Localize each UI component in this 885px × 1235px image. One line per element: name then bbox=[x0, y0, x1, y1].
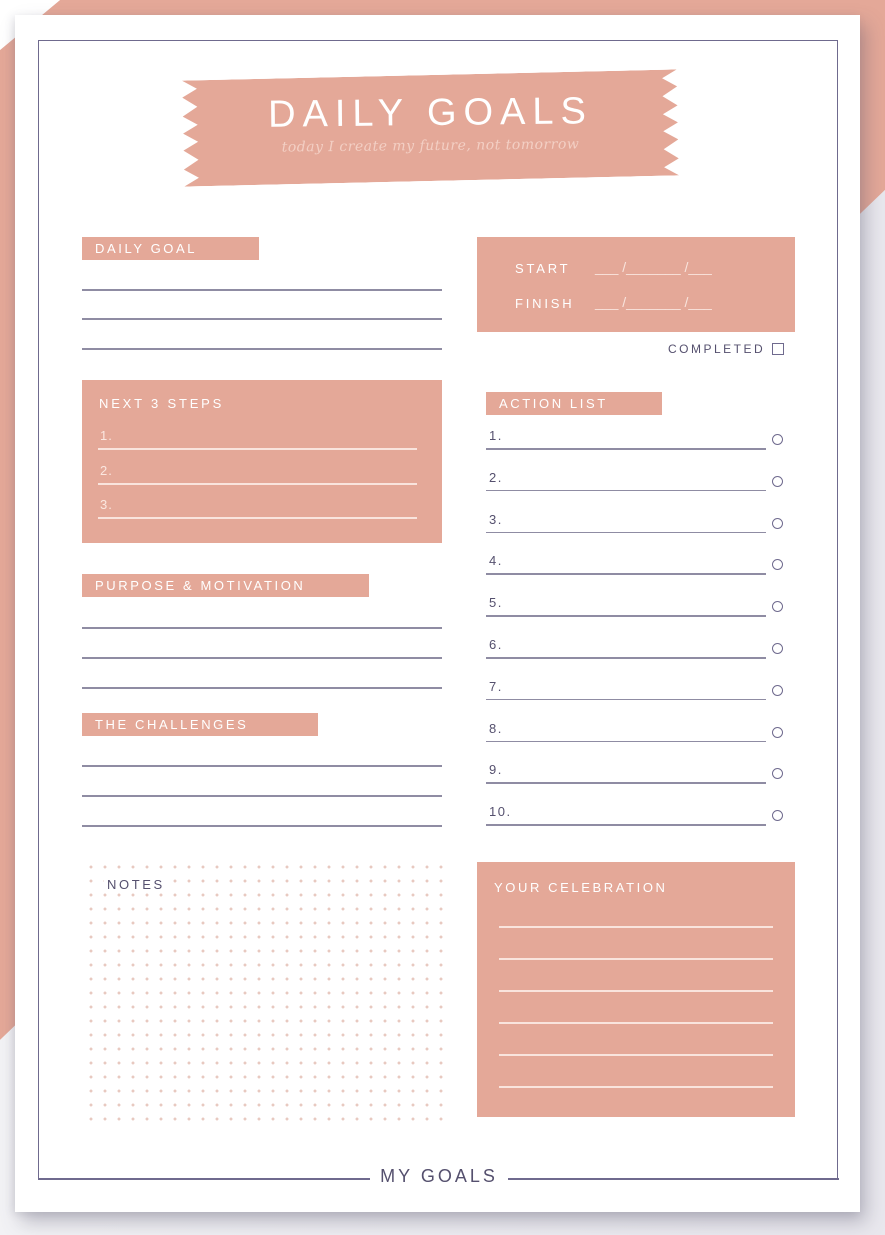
notes-label: NOTES bbox=[104, 877, 168, 892]
step-number: 1. bbox=[100, 428, 113, 443]
action-item-number: 10. bbox=[489, 804, 512, 820]
action-item-number: 4. bbox=[489, 553, 503, 569]
page-title: DAILY GOALS bbox=[267, 90, 594, 136]
daily-goal-line-2[interactable] bbox=[82, 318, 442, 320]
daily-goal-line-1[interactable] bbox=[82, 289, 442, 291]
challenges-line-1[interactable] bbox=[82, 765, 442, 767]
next-steps-label: NEXT 3 STEPS bbox=[99, 396, 225, 411]
action-item-line[interactable] bbox=[486, 782, 766, 784]
action-item-line[interactable] bbox=[486, 615, 766, 617]
action-item-line[interactable] bbox=[486, 740, 766, 743]
celebration-line-2[interactable] bbox=[499, 958, 773, 960]
action-item-line[interactable] bbox=[486, 698, 766, 701]
frame-bottom-right bbox=[508, 1178, 839, 1180]
celebration-line-3[interactable] bbox=[499, 990, 773, 992]
completed-label: COMPLETED bbox=[668, 342, 766, 356]
frame-bottom-left bbox=[38, 1178, 370, 1180]
action-item-number: 2. bbox=[489, 469, 503, 485]
action-item-line[interactable] bbox=[486, 489, 766, 492]
challenges-label: THE CHALLENGES bbox=[82, 713, 318, 736]
celebration-label: YOUR CELEBRATION bbox=[494, 880, 668, 895]
finish-label: FINISH bbox=[515, 296, 575, 311]
action-item-circle-icon[interactable] bbox=[772, 475, 783, 487]
action-item-number: 1. bbox=[489, 428, 503, 443]
celebration-line-6[interactable] bbox=[499, 1086, 773, 1088]
action-item-number: 6. bbox=[489, 637, 503, 652]
step-number: 2. bbox=[100, 463, 113, 478]
action-list-label: ACTION LIST bbox=[486, 392, 662, 415]
footer-title: MY GOALS bbox=[380, 1166, 498, 1186]
daily-goal-line-3[interactable] bbox=[82, 348, 442, 350]
action-item-number: 3. bbox=[489, 511, 503, 527]
action-item-line[interactable] bbox=[486, 824, 766, 826]
step-number: 3. bbox=[100, 497, 113, 512]
next-steps-box: NEXT 3 STEPS 1. 2. 3. bbox=[82, 380, 442, 543]
notes-dot-grid[interactable] bbox=[84, 860, 448, 1122]
date-box: START ___ /_______ /___ FINISH ___ /____… bbox=[477, 237, 795, 332]
purpose-line-2[interactable] bbox=[82, 657, 442, 659]
purpose-label: PURPOSE & MOTIVATION bbox=[82, 574, 369, 597]
action-item-circle-icon[interactable] bbox=[772, 517, 783, 529]
purpose-line-1[interactable] bbox=[82, 627, 442, 629]
action-item-number: 7. bbox=[489, 678, 503, 694]
challenges-line-3[interactable] bbox=[82, 825, 442, 827]
action-item-line[interactable] bbox=[486, 573, 766, 575]
action-item-number: 8. bbox=[489, 720, 503, 736]
step-line-3[interactable] bbox=[98, 517, 417, 519]
action-item-number: 5. bbox=[489, 595, 503, 611]
action-item-line[interactable] bbox=[486, 531, 766, 534]
step-line-2[interactable] bbox=[98, 483, 417, 485]
challenges-line-2[interactable] bbox=[82, 795, 442, 797]
action-item-circle-icon[interactable] bbox=[772, 643, 783, 654]
finish-date-field[interactable]: ___ /_______ /___ bbox=[595, 294, 712, 310]
start-date-field[interactable]: ___ /_______ /___ bbox=[595, 259, 712, 275]
celebration-box: YOUR CELEBRATION bbox=[477, 862, 795, 1117]
action-item-circle-icon[interactable] bbox=[772, 726, 783, 738]
action-item-line[interactable] bbox=[486, 448, 766, 450]
action-item-number: 9. bbox=[489, 762, 503, 778]
purpose-line-3[interactable] bbox=[82, 687, 442, 689]
action-item-line[interactable] bbox=[486, 657, 766, 659]
action-item-circle-icon[interactable] bbox=[772, 434, 783, 445]
celebration-line-5[interactable] bbox=[499, 1054, 773, 1056]
step-line-1[interactable] bbox=[98, 448, 417, 450]
action-item-circle-icon[interactable] bbox=[772, 684, 783, 696]
celebration-line-4[interactable] bbox=[499, 1022, 773, 1024]
completed-checkbox[interactable] bbox=[772, 343, 784, 355]
start-label: START bbox=[515, 261, 571, 276]
daily-goal-label: DAILY GOAL bbox=[82, 237, 259, 260]
celebration-line-1[interactable] bbox=[499, 926, 773, 928]
